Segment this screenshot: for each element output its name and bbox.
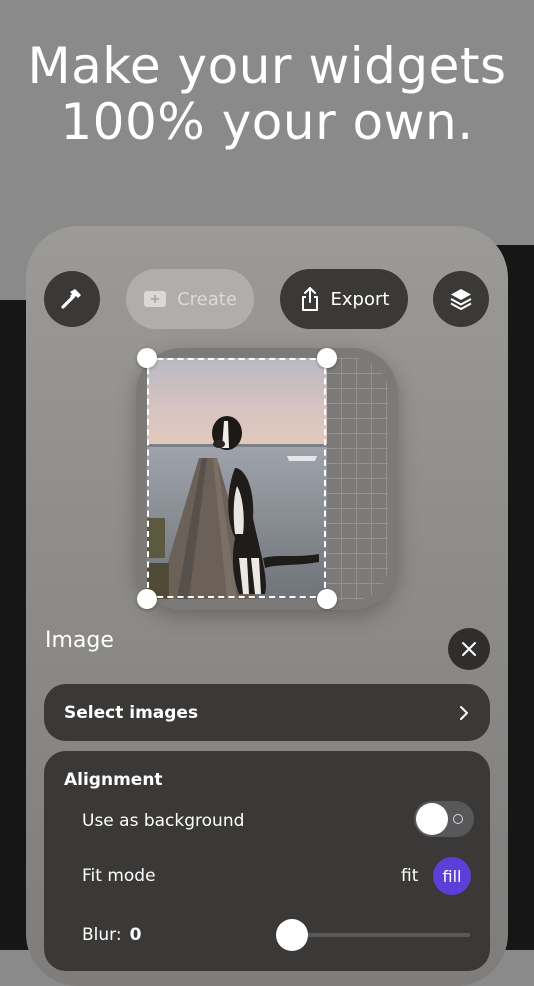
export-button[interactable]: Export	[280, 269, 408, 329]
crop-handle-bottom-right[interactable]	[317, 589, 337, 609]
build-button[interactable]	[44, 271, 100, 327]
export-label: Export	[330, 288, 390, 310]
fill-option[interactable]: fill	[433, 857, 471, 895]
alignment-card: Alignment Use as background Fit mode fit…	[44, 751, 490, 971]
crop-handle-top-left[interactable]	[137, 348, 157, 368]
select-images-button[interactable]: Select images	[44, 684, 490, 741]
toggle-off-indicator	[453, 814, 463, 824]
use-as-background-toggle[interactable]	[414, 801, 474, 837]
select-images-label: Select images	[64, 702, 199, 723]
headline-line-1: Make your widgets	[27, 37, 507, 95]
close-icon	[462, 642, 476, 656]
create-button[interactable]: Create	[126, 269, 254, 329]
crop-handle-top-right[interactable]	[317, 348, 337, 368]
fill-option-label: fill	[442, 866, 462, 886]
widget-grid	[326, 358, 388, 600]
blur-slider-thumb[interactable]	[276, 919, 308, 951]
alignment-title: Alignment	[64, 770, 163, 790]
crop-frame[interactable]	[147, 358, 326, 598]
crop-handle-bottom-left[interactable]	[137, 589, 157, 609]
layers-icon	[450, 289, 472, 310]
plus-square-icon	[144, 291, 167, 307]
layers-button[interactable]	[433, 271, 489, 327]
headline-line-2: 100% your own.	[60, 93, 474, 151]
close-button[interactable]	[448, 628, 490, 670]
blur-row: Blur: 0	[82, 925, 141, 945]
fit-option[interactable]: fit	[401, 866, 418, 886]
section-title: Image	[45, 628, 114, 653]
chevron-right-icon	[460, 705, 468, 720]
blur-slider-track[interactable]	[290, 933, 470, 937]
share-icon	[301, 287, 318, 311]
use-as-background-label: Use as background	[82, 811, 245, 831]
fit-mode-label: Fit mode	[82, 866, 156, 886]
toggle-knob	[416, 803, 448, 835]
blur-value: 0	[129, 925, 142, 945]
blur-label: Blur:	[82, 925, 122, 945]
hammer-icon	[61, 289, 81, 309]
headline: Make your widgets 100% your own.	[0, 38, 534, 150]
create-label: Create	[177, 288, 237, 310]
